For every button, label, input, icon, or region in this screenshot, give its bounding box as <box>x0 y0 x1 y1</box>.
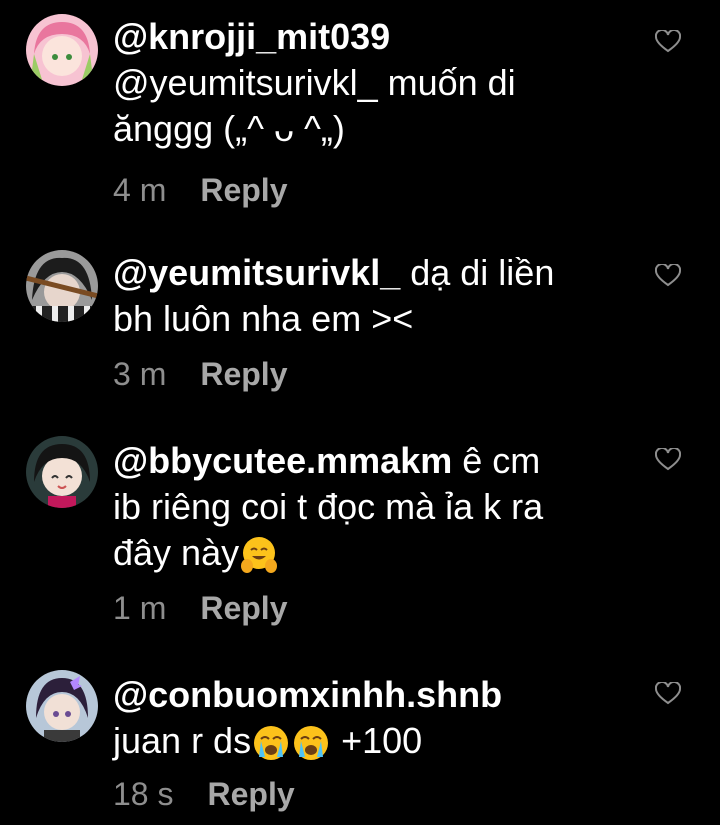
comment-body-line: +100 <box>331 720 423 761</box>
crying-face-icon <box>254 726 289 761</box>
pink-hair-anime-avatar-icon <box>26 14 98 86</box>
reply-button[interactable]: Reply <box>207 776 294 812</box>
avatar[interactable] <box>26 436 98 508</box>
comment-body-line: ănggg („^ ᴗ ^„) <box>113 108 345 149</box>
comment-username[interactable]: @conbuomxinhh.shnb <box>113 674 502 715</box>
comment-body-line: @yeumitsurivkl_ muốn di <box>113 62 516 103</box>
comment-meta: 1 m Reply <box>113 590 287 627</box>
smiling-anime-avatar-icon <box>26 436 98 508</box>
avatar[interactable] <box>26 250 98 322</box>
comment-text: @yeumitsurivkl_ dạ di liền bh luôn nha e… <box>113 250 633 342</box>
comment-text: @conbuomxinhh.shnb juan r ds +100 <box>113 672 633 764</box>
comment-text: @knrojji_mit039 @yeumitsurivkl_ muốn di … <box>113 14 633 152</box>
crying-face-icon <box>294 726 329 761</box>
comment-time: 18 s <box>113 776 174 812</box>
avatar[interactable] <box>26 14 98 86</box>
comment-text: @bbycutee.mmakm ê cm ib riêng coi t đọc … <box>113 438 633 576</box>
comment-body-line: ê cm <box>452 440 541 481</box>
comment-username[interactable]: @yeumitsurivkl_ <box>113 252 400 293</box>
comment-time: 1 m <box>113 590 167 626</box>
comment-body-line: ib riêng coi t đọc mà ỉa k ra <box>113 486 544 527</box>
reply-button[interactable]: Reply <box>200 172 287 208</box>
butterfly-anime-avatar-icon <box>26 670 98 742</box>
comment-meta: 18 s Reply <box>113 776 295 813</box>
hugging-face-icon <box>241 537 278 574</box>
heart-icon[interactable] <box>655 264 681 288</box>
heart-icon[interactable] <box>655 448 681 472</box>
comment-time: 3 m <box>113 356 167 392</box>
dark-hair-anime-avatar-icon <box>26 250 98 322</box>
comment-body-line: bh luôn nha em >< <box>113 298 414 339</box>
avatar[interactable] <box>26 670 98 742</box>
comment-username[interactable]: @knrojji_mit039 <box>113 16 390 57</box>
heart-icon[interactable] <box>655 30 681 54</box>
comment-body-line: đây này <box>113 532 240 573</box>
reply-button[interactable]: Reply <box>200 356 287 392</box>
comment-meta: 3 m Reply <box>113 356 287 393</box>
heart-icon[interactable] <box>655 682 681 706</box>
comment-body-line: juan r ds <box>113 720 252 761</box>
reply-button[interactable]: Reply <box>200 590 287 626</box>
comment-time: 4 m <box>113 172 167 208</box>
comment-username[interactable]: @bbycutee.mmakm <box>113 440 452 481</box>
comment-body-line: dạ di liền <box>400 252 555 293</box>
comment-meta: 4 m Reply <box>113 172 287 209</box>
